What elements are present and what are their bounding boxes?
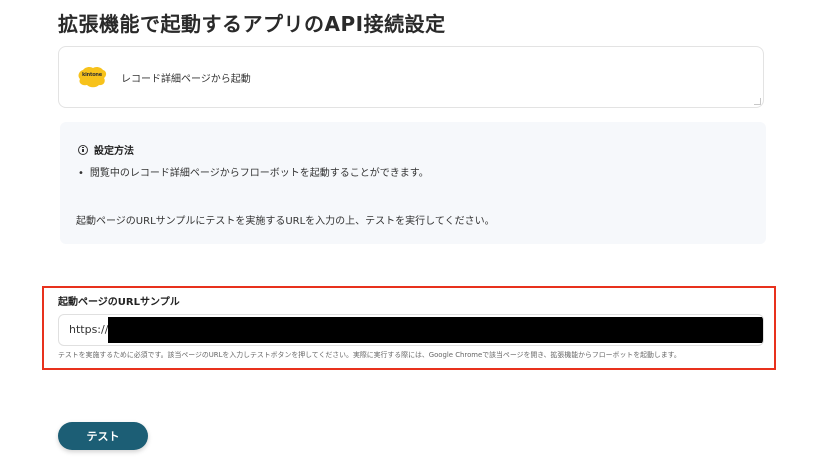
kintone-logo-icon: kintone bbox=[77, 66, 107, 88]
info-bullet: • 閲覧中のレコード詳細ページからフローボットを起動することができます。 bbox=[78, 164, 429, 179]
info-title: 設定方法 bbox=[94, 146, 134, 157]
url-sample-input[interactable]: https:// bbox=[58, 314, 764, 346]
url-prefix: https:// bbox=[69, 323, 109, 336]
app-trigger-label: レコード詳細ページから起動 bbox=[121, 73, 251, 85]
kintone-logo-text: kintone bbox=[82, 72, 102, 78]
info-icon bbox=[78, 144, 88, 155]
info-bullet-text: 閲覧中のレコード詳細ページからフローボットを起動することができます。 bbox=[89, 168, 429, 179]
app-card[interactable]: kintone レコード詳細ページから起動 bbox=[58, 46, 764, 108]
url-sample-label: 起動ページのURLサンプル bbox=[58, 297, 180, 308]
info-header: 設定方法 bbox=[78, 142, 134, 157]
info-panel: 設定方法 • 閲覧中のレコード詳細ページからフローボットを起動することができます。… bbox=[60, 122, 766, 244]
bullet-dot-icon: • bbox=[78, 168, 84, 179]
page-title: 拡張機能で起動するアプリのAPI接続設定 bbox=[58, 12, 446, 36]
resize-handle-icon[interactable] bbox=[754, 98, 761, 105]
redacted-url bbox=[108, 317, 763, 343]
url-help-text: テストを実施するために必須です。該当ページのURLを入力しテストボタンを押してく… bbox=[58, 351, 681, 359]
info-note: 起動ページのURLサンプルにテストを実施するURLを入力の上、テストを実行してく… bbox=[76, 216, 495, 227]
test-button[interactable]: テスト bbox=[58, 422, 148, 450]
